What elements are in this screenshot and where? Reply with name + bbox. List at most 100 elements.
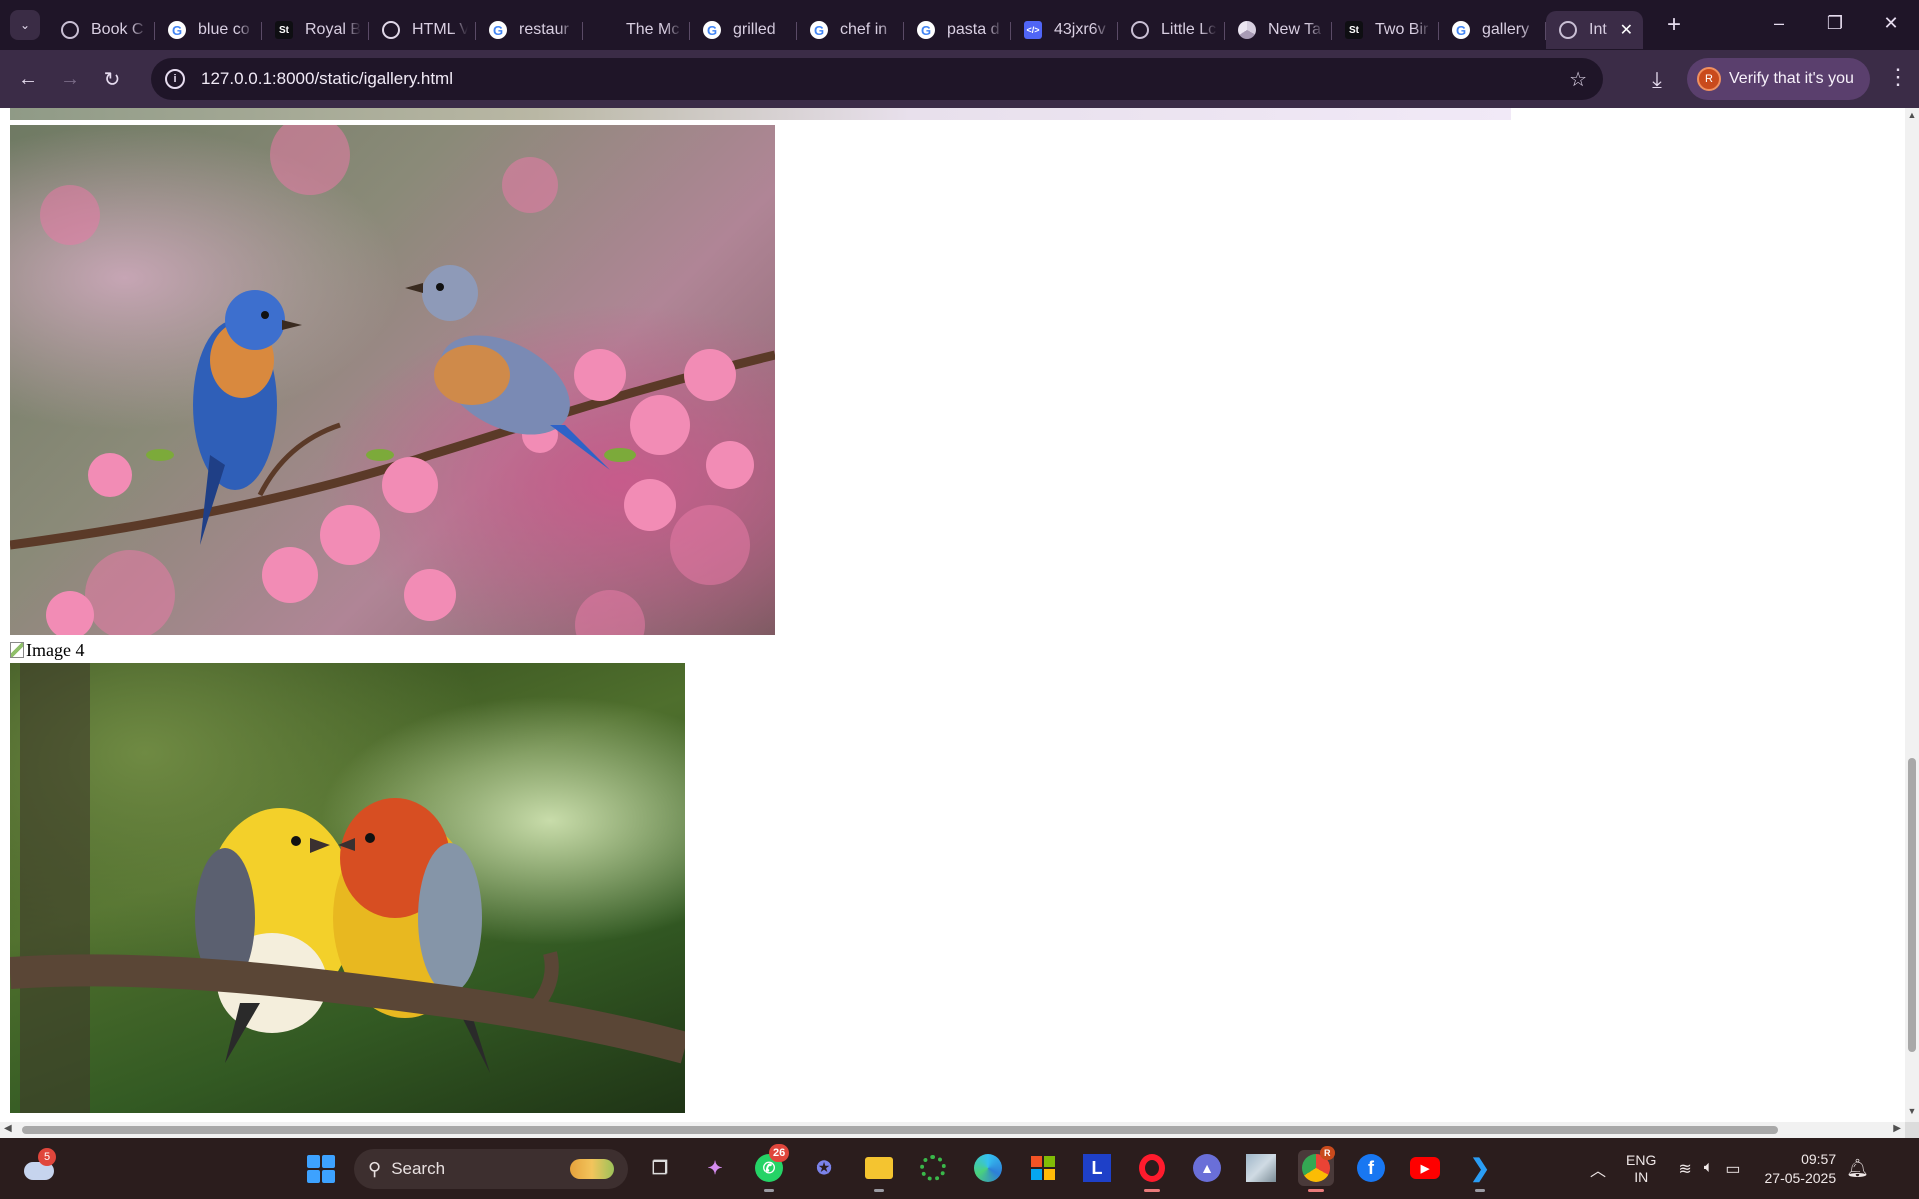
running-indicator — [1475, 1189, 1485, 1192]
verify-identity-button[interactable]: R Verify that it's you — [1687, 58, 1870, 100]
facebook-app[interactable]: f — [1353, 1150, 1389, 1186]
weather-badge: 5 — [38, 1148, 56, 1166]
google-icon — [489, 21, 507, 39]
tab-title: HTML V — [412, 21, 468, 38]
tab[interactable]: St Two Bir — [1332, 11, 1439, 49]
scroll-down-arrow-icon[interactable]: ▼ — [1907, 1106, 1917, 1120]
tab-title: The Mc — [626, 21, 680, 38]
l-app[interactable]: L — [1079, 1150, 1115, 1186]
opera-app[interactable] — [1134, 1150, 1170, 1192]
microsoft-store-app[interactable] — [1025, 1150, 1061, 1186]
browser-toolbar: ← → ↻ i 127.0.0.1:8000/static/igallery.h… — [0, 50, 1919, 108]
wifi-icon: ≋ — [1678, 1160, 1692, 1178]
tab[interactable]: Little Lc — [1118, 11, 1225, 49]
address-bar[interactable]: i 127.0.0.1:8000/static/igallery.html ☆ — [151, 58, 1603, 100]
chrome-app[interactable]: R — [1298, 1146, 1335, 1192]
close-tab-icon[interactable]: ✕ — [1620, 20, 1633, 40]
image-two-bluebirds — [10, 125, 775, 635]
weather-widget[interactable]: 5 — [22, 1148, 58, 1184]
bookmark-star-icon[interactable]: ☆ — [1569, 67, 1587, 92]
sync-app[interactable] — [915, 1150, 951, 1186]
tab-title: grilled — [733, 21, 776, 38]
tab[interactable]: HTML V — [369, 11, 476, 49]
forward-button[interactable]: → — [52, 61, 88, 97]
tab[interactable]: Book C — [48, 11, 155, 49]
edge-icon — [974, 1154, 1002, 1182]
globe-icon — [1131, 21, 1149, 39]
minimize-button[interactable]: – — [1751, 0, 1807, 46]
task-view-icon: ❐ — [651, 1157, 669, 1178]
site-info-icon[interactable]: i — [165, 69, 185, 89]
tab-title: pasta d — [947, 21, 1000, 38]
vertical-scrollbar[interactable]: ▲ ▼ — [1905, 108, 1919, 1122]
bluebirds-illustration — [10, 125, 775, 635]
quick-settings[interactable]: ≋ 🔈︎ ▭ — [1678, 1159, 1740, 1179]
tab[interactable]: blue co — [155, 11, 262, 49]
language-code: ENG — [1626, 1151, 1657, 1168]
tab[interactable]: chef in — [797, 11, 904, 49]
finches-illustration — [10, 663, 685, 1113]
horizontal-scroll-thumb[interactable] — [22, 1126, 1778, 1134]
verify-label: Verify that it's you — [1729, 70, 1854, 87]
window-controls: – ❐ ✕ — [1751, 0, 1919, 46]
google-icon — [917, 21, 935, 39]
scroll-left-arrow-icon[interactable]: ◀ — [4, 1123, 12, 1134]
taskbar-search[interactable]: ⚲ Search — [354, 1149, 628, 1189]
teams-app[interactable]: ✪ — [806, 1150, 842, 1186]
tab[interactable]: St Royal B — [262, 11, 369, 49]
language-indicator[interactable]: ENG IN — [1626, 1152, 1656, 1186]
address-url[interactable]: 127.0.0.1:8000/static/igallery.html — [201, 69, 453, 89]
notification-bell-icon[interactable]: 🔔︎ — [1846, 1158, 1869, 1179]
tab[interactable]: restaur — [476, 11, 583, 49]
tab[interactable]: grilled — [690, 11, 797, 49]
broken-image-icon — [10, 642, 24, 658]
tab[interactable]: pasta d — [904, 11, 1011, 49]
language-region: IN — [1634, 1168, 1649, 1185]
page-viewport: Image 4 — [0, 108, 1905, 1122]
tab-search-button[interactable]: ⌄ — [10, 10, 40, 40]
tab[interactable]: </> 43jxr6v — [1011, 11, 1118, 49]
task-view-button[interactable]: ❐ — [642, 1150, 678, 1186]
photos-app[interactable] — [1243, 1150, 1279, 1186]
tab[interactable]: gallery — [1439, 11, 1546, 49]
minimize-icon: – — [1773, 12, 1784, 33]
start-button[interactable] — [307, 1155, 335, 1183]
reload-icon: ↻ — [103, 68, 121, 91]
copilot-app[interactable]: ✦ — [697, 1150, 733, 1186]
blank-icon — [596, 21, 614, 39]
aria-app[interactable]: ▲ — [1189, 1150, 1225, 1186]
reload-button[interactable]: ↻ — [94, 61, 130, 97]
whatsapp-app[interactable]: ✆ 26 — [751, 1144, 790, 1192]
globe-icon — [61, 21, 79, 39]
store-icon — [1031, 1156, 1055, 1180]
show-hidden-icons-button[interactable]: ︿ — [1590, 1157, 1606, 1181]
vscode-app[interactable]: ❯ — [1462, 1150, 1498, 1192]
new-tab-button[interactable]: + — [1659, 11, 1689, 39]
close-window-button[interactable]: ✕ — [1863, 0, 1919, 46]
restore-button[interactable]: ❐ — [1807, 0, 1863, 46]
scroll-right-arrow-icon[interactable]: ▶ — [1893, 1123, 1901, 1134]
browser-menu-button[interactable]: ⋮ — [1887, 64, 1909, 90]
vertical-scroll-thumb[interactable] — [1908, 758, 1916, 1052]
tab[interactable]: New Ta — [1225, 11, 1332, 49]
tab-active[interactable]: Int ✕ — [1546, 11, 1643, 49]
broken-image-4: Image 4 — [10, 640, 84, 660]
horizontal-scrollbar[interactable]: ◀ ▶ — [0, 1122, 1905, 1138]
whatsapp-badge: 26 — [769, 1144, 790, 1162]
back-button[interactable]: ← — [10, 61, 46, 97]
windows-logo-icon — [307, 1155, 320, 1168]
tab-title: New Ta — [1268, 21, 1322, 38]
system-tray: ︿ ENG IN ≋ 🔈︎ ▭ 09:57 27-05-2025 🔔︎ — [1590, 1138, 1869, 1199]
vscode-icon: ❯ — [1469, 1154, 1491, 1182]
clock[interactable]: 09:57 27-05-2025 — [1765, 1150, 1837, 1188]
file-explorer-app[interactable] — [861, 1150, 897, 1192]
battery-icon: ▭ — [1725, 1160, 1741, 1178]
google-icon — [1452, 21, 1470, 39]
restore-icon: ❐ — [1826, 12, 1844, 33]
previous-image-bottom-edge — [10, 108, 1511, 120]
youtube-app[interactable]: ▶ — [1407, 1150, 1443, 1186]
scroll-up-arrow-icon[interactable]: ▲ — [1907, 110, 1917, 124]
downloads-button[interactable]: ⤓ — [1640, 63, 1674, 97]
tab[interactable]: The Mc — [583, 11, 690, 49]
edge-app[interactable] — [970, 1150, 1006, 1186]
